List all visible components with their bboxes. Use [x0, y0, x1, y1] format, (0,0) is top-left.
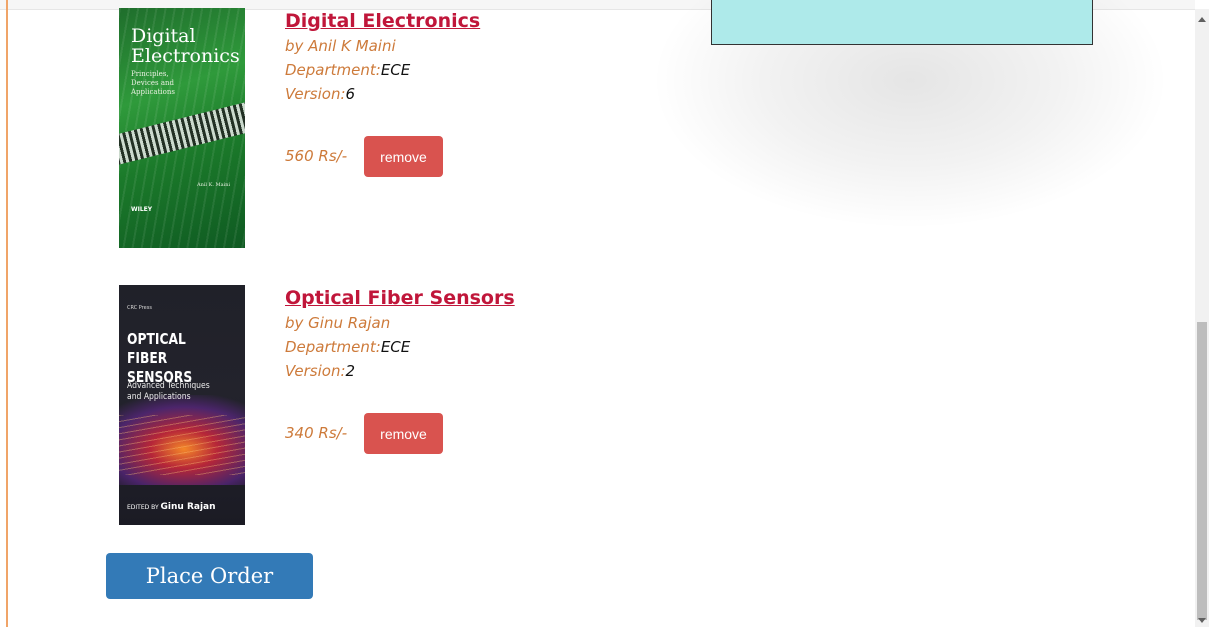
version-label: Version:	[285, 362, 346, 380]
version-value: 6	[345, 85, 356, 103]
scroll-up-arrow-icon[interactable]	[1198, 17, 1206, 22]
book-version: Version:6	[285, 82, 480, 106]
place-order-button[interactable]: Place Order	[106, 553, 313, 599]
remove-button[interactable]: remove	[364, 136, 443, 177]
book-info: Digital Electronics by Anil K Maini Depa…	[285, 8, 480, 106]
vertical-scrollbar[interactable]	[1195, 9, 1209, 627]
cover-publisher: CRC Press	[127, 305, 152, 311]
cover-edited-by: EDITED BY	[127, 504, 159, 511]
book-price: 340 Rs/-	[285, 424, 348, 442]
cover-subtitle: Principles, Devices and Applications	[131, 70, 175, 96]
scroll-down-arrow-icon[interactable]	[1198, 618, 1206, 623]
cover-title-line2: Electronics	[131, 45, 240, 67]
department-label: Department:	[285, 338, 381, 356]
cover-editor: Ginu Rajan	[160, 502, 216, 512]
book-title-link[interactable]: Optical Fiber Sensors	[285, 285, 515, 311]
book-version: Version:2	[285, 359, 515, 383]
department-value: ECE	[380, 61, 411, 79]
version-value: 2	[345, 362, 356, 380]
cart-item: CRC Press OPTICAL FIBER SENSORS Advanced…	[119, 285, 719, 525]
cover-title-line1: Digital	[131, 25, 196, 47]
cart-item: Digital Electronics Principles, Devices …	[119, 8, 719, 248]
scroll-thumb[interactable]	[1197, 322, 1207, 620]
cover-author: Anil K. Maini	[197, 182, 231, 188]
cover-publisher: WILEY	[131, 206, 153, 213]
book-author: by Ginu Rajan	[285, 314, 391, 332]
book-department: Department:ECE	[285, 58, 480, 82]
cover-subtitle-line1: Advanced Techniques	[127, 381, 210, 391]
book-cover-image[interactable]: CRC Press OPTICAL FIBER SENSORS Advanced…	[119, 285, 245, 525]
version-label: Version:	[285, 85, 346, 103]
cover-subtitle-line2: and Applications	[127, 392, 191, 402]
cyan-panel	[711, 0, 1093, 45]
book-info: Optical Fiber Sensors by Ginu Rajan Depa…	[285, 285, 515, 383]
remove-button[interactable]: remove	[364, 413, 443, 454]
book-author: by Anil K Maini	[285, 37, 396, 55]
department-value: ECE	[380, 338, 411, 356]
left-border	[6, 0, 8, 627]
book-price: 560 Rs/-	[285, 147, 348, 165]
book-cover-image[interactable]: Digital Electronics Principles, Devices …	[119, 8, 245, 248]
cover-title-line1: OPTICAL FIBER	[127, 330, 186, 367]
book-title-link[interactable]: Digital Electronics	[285, 8, 480, 34]
cover-fiber-rays	[119, 415, 245, 475]
department-label: Department:	[285, 61, 381, 79]
book-department: Department:ECE	[285, 335, 515, 359]
